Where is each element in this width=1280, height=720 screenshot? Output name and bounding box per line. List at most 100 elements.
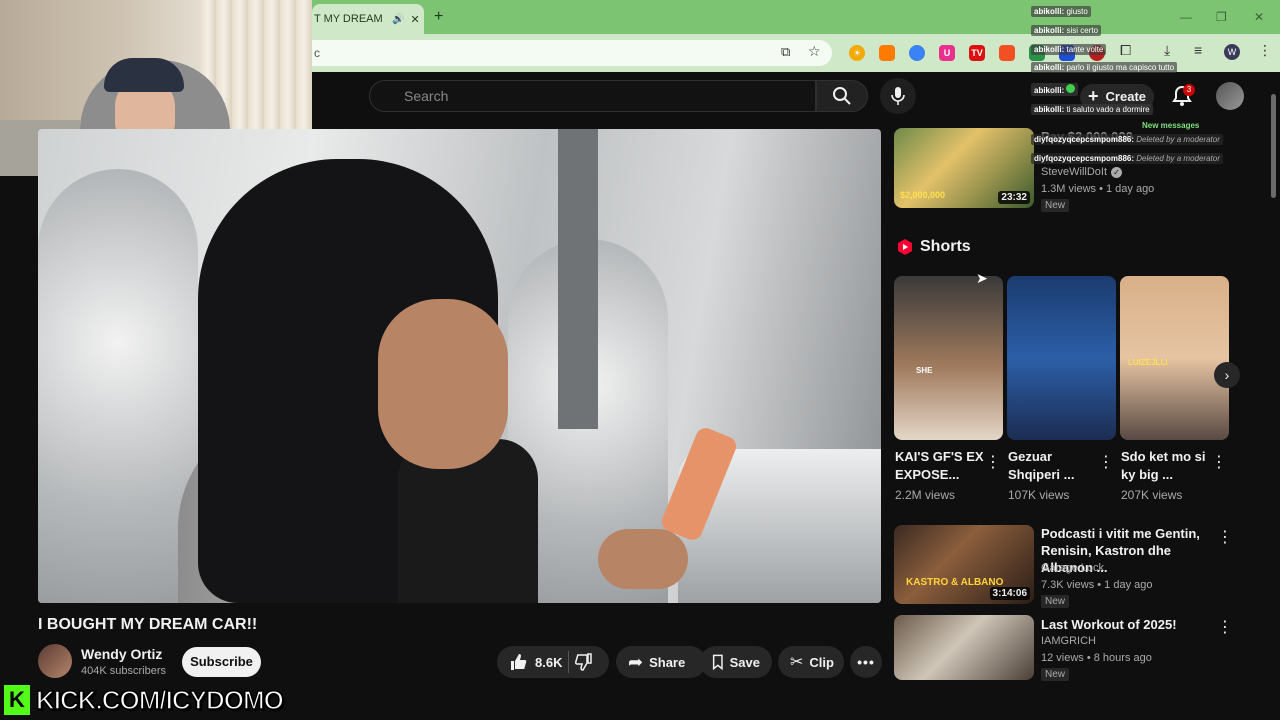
maximize-icon[interactable]: ❐ <box>1216 10 1227 24</box>
video-new-badge-2: New <box>1041 668 1070 681</box>
clip-label: Clip <box>809 654 834 670</box>
short-views-2: 107K views <box>1008 488 1070 502</box>
short-views-3: 207K views <box>1121 488 1183 502</box>
channel-avatar[interactable] <box>38 644 72 678</box>
extension-office-icon[interactable] <box>999 45 1015 61</box>
tab-close-icon[interactable]: ✕ <box>410 13 419 26</box>
extensions-puzzle-icon[interactable]: ⧠ <box>1120 42 1131 59</box>
like-divider <box>568 651 570 673</box>
video-duration-1: 3:14:06 <box>989 587 1030 600</box>
video-new-badge-1: New <box>1041 595 1070 608</box>
short-thumbnail-1[interactable]: SHE <box>894 276 1003 440</box>
search-button[interactable] <box>816 80 868 112</box>
address-text: c <box>314 46 320 60</box>
like-count: 8.6K <box>535 654 563 670</box>
video-tree-left <box>38 169 198 603</box>
share-label: Share <box>649 654 686 670</box>
more-horizontal-icon: ••• <box>857 654 875 670</box>
video-channel-2[interactable]: IAMGRICH <box>1041 635 1096 647</box>
save-button[interactable]: Save <box>700 646 772 678</box>
chat-message: abikolli: giusto <box>1031 6 1091 17</box>
short-menu-icon-1[interactable]: ⋮ <box>985 452 1001 472</box>
media-control-icon[interactable]: ≡ <box>1194 42 1202 58</box>
short-title-1[interactable]: KAI'S GF'S EX EXPOSE... <box>895 448 985 484</box>
chat-new-messages-label: New messages <box>1142 121 1200 130</box>
shorts-heading: Shorts <box>898 238 971 256</box>
extension-tv-icon[interactable]: TV <box>969 45 985 61</box>
page-scrollbar-thumb[interactable] <box>1271 94 1276 198</box>
top-video-thumb-text: $2,000,000 <box>900 190 946 200</box>
bookmark-icon <box>712 654 723 671</box>
tab-audio-icon[interactable]: 🔊 <box>392 14 404 25</box>
clip-button[interactable]: ✂ Clip <box>778 646 844 678</box>
chat-message: abikolli: ti saluto vado a dormire <box>1031 104 1153 115</box>
profile-icon[interactable]: W <box>1224 44 1240 60</box>
install-app-icon[interactable]: ⧉ <box>781 44 790 60</box>
video-menu-icon-1[interactable]: ⋮ <box>1217 527 1233 547</box>
short-menu-icon-2[interactable]: ⋮ <box>1098 452 1114 472</box>
channel-name[interactable]: Wendy Ortiz <box>81 646 162 662</box>
share-button[interactable]: ➦ Share <box>616 646 706 678</box>
video-thumb-text-1: KASTRO & ALBANO <box>906 577 1004 588</box>
subscriber-count: 404K subscribers <box>81 665 166 677</box>
chat-emote-icon <box>1066 84 1076 93</box>
extension-orange-icon[interactable] <box>879 45 895 61</box>
top-video-meta: 1.3M views • 1 day ago <box>1041 183 1155 195</box>
subscribe-button[interactable]: Subscribe <box>182 647 261 677</box>
minimize-icon[interactable]: — <box>1180 10 1192 24</box>
kick-banner: K KICK.COM/ICYDOMO <box>4 684 285 716</box>
shorts-heading-label: Shorts <box>920 238 971 255</box>
video-meta-1: 7.3K views • 1 day ago <box>1041 579 1153 591</box>
microphone-icon <box>891 87 905 105</box>
short-thumbnail-2[interactable] <box>1007 276 1116 440</box>
shorts-icon <box>898 239 912 255</box>
short-title-2[interactable]: Gezuar Shqiperi ... <box>1008 448 1098 484</box>
short-menu-icon-3[interactable]: ⋮ <box>1211 452 1227 472</box>
video-channel-1[interactable]: Garage Lock <box>1041 562 1104 574</box>
video-title-2[interactable]: Last Workout of 2025! <box>1041 616 1213 633</box>
save-label: Save <box>729 654 760 670</box>
video-thumbnail-2[interactable] <box>894 615 1034 680</box>
voice-search-button[interactable] <box>880 78 916 114</box>
top-video-thumbnail[interactable]: $2,000,000 23:32 <box>894 128 1034 208</box>
chat-message: abikolli: <box>1031 83 1079 96</box>
video-window-frame <box>558 129 598 429</box>
thumbs-down-icon[interactable] <box>575 653 593 671</box>
short-title-3[interactable]: Sdo ket mo si ky big ... <box>1121 448 1211 484</box>
kick-url: KICK.COM/ICYDOMO <box>35 684 284 716</box>
search-input[interactable]: Search <box>369 80 816 112</box>
share-icon: ➦ <box>628 651 644 672</box>
extension-sun-icon[interactable]: ☀ <box>849 45 865 61</box>
address-bar[interactable]: c <box>312 40 832 66</box>
bookmark-star-icon[interactable]: ☆ <box>808 43 821 60</box>
mouse-cursor-icon: ➤ <box>976 270 988 286</box>
video-title: I BOUGHT MY DREAM CAR!! <box>38 616 258 633</box>
video-menu-icon-2[interactable]: ⋮ <box>1217 617 1233 637</box>
video-player[interactable] <box>38 129 881 603</box>
extension-chrome-icon[interactable] <box>909 45 925 61</box>
account-avatar[interactable] <box>1216 82 1244 110</box>
verified-check-icon: ✓ <box>1111 166 1123 178</box>
top-video-channel[interactable]: SteveWillDoIt ✓ <box>1041 166 1123 178</box>
video-hand <box>598 529 688 589</box>
short-overlay-text-1: SHE <box>916 366 933 375</box>
video-face <box>378 299 508 469</box>
top-video-duration: 23:32 <box>998 191 1030 204</box>
shorts-next-chevron-icon[interactable]: › <box>1214 362 1240 388</box>
download-icon[interactable]: ⤓ <box>1164 42 1170 59</box>
short-thumbnail-3[interactable]: LUIZEJLLI <box>1120 276 1229 440</box>
extension-u-icon[interactable]: U <box>939 45 955 61</box>
new-tab-icon[interactable]: + <box>434 8 443 26</box>
scissors-icon: ✂ <box>790 654 804 671</box>
more-actions-button[interactable]: ••• <box>850 646 882 678</box>
like-button[interactable]: 8.6K <box>509 653 562 671</box>
notification-badge: 3 <box>1183 84 1195 96</box>
video-thumbnail-1[interactable]: KASTRO & ALBANO 3:14:06 <box>894 525 1034 604</box>
chat-deleted-message: diyfqozyqcepcsmpom886: Deleted by a mode… <box>1031 153 1223 164</box>
chat-message: abikolli: parlo il giusto ma capisco tut… <box>1031 62 1178 73</box>
browser-menu-icon[interactable]: ⋮ <box>1258 42 1272 59</box>
thumbs-up-icon <box>511 654 527 670</box>
close-window-icon[interactable]: ✕ <box>1254 10 1264 24</box>
like-dislike-group: 8.6K <box>497 646 609 678</box>
browser-tab[interactable]: T MY DREAM C 🔊 ✕ <box>312 4 424 34</box>
